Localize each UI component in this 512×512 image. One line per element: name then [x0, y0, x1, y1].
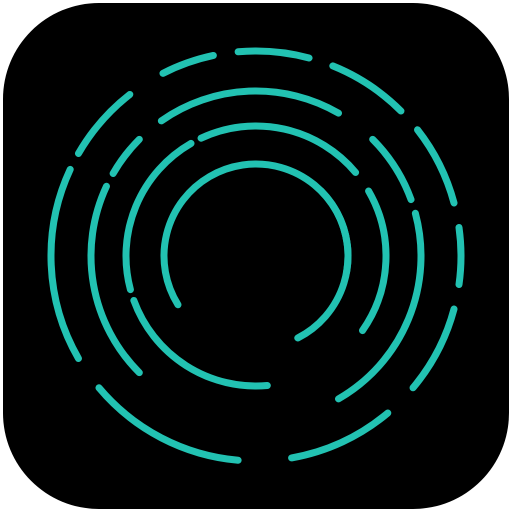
icon-background [3, 3, 509, 509]
ring-4-segment [455, 223, 465, 289]
app-icon [0, 0, 512, 512]
concentric-dashed-rings-icon [3, 3, 509, 509]
